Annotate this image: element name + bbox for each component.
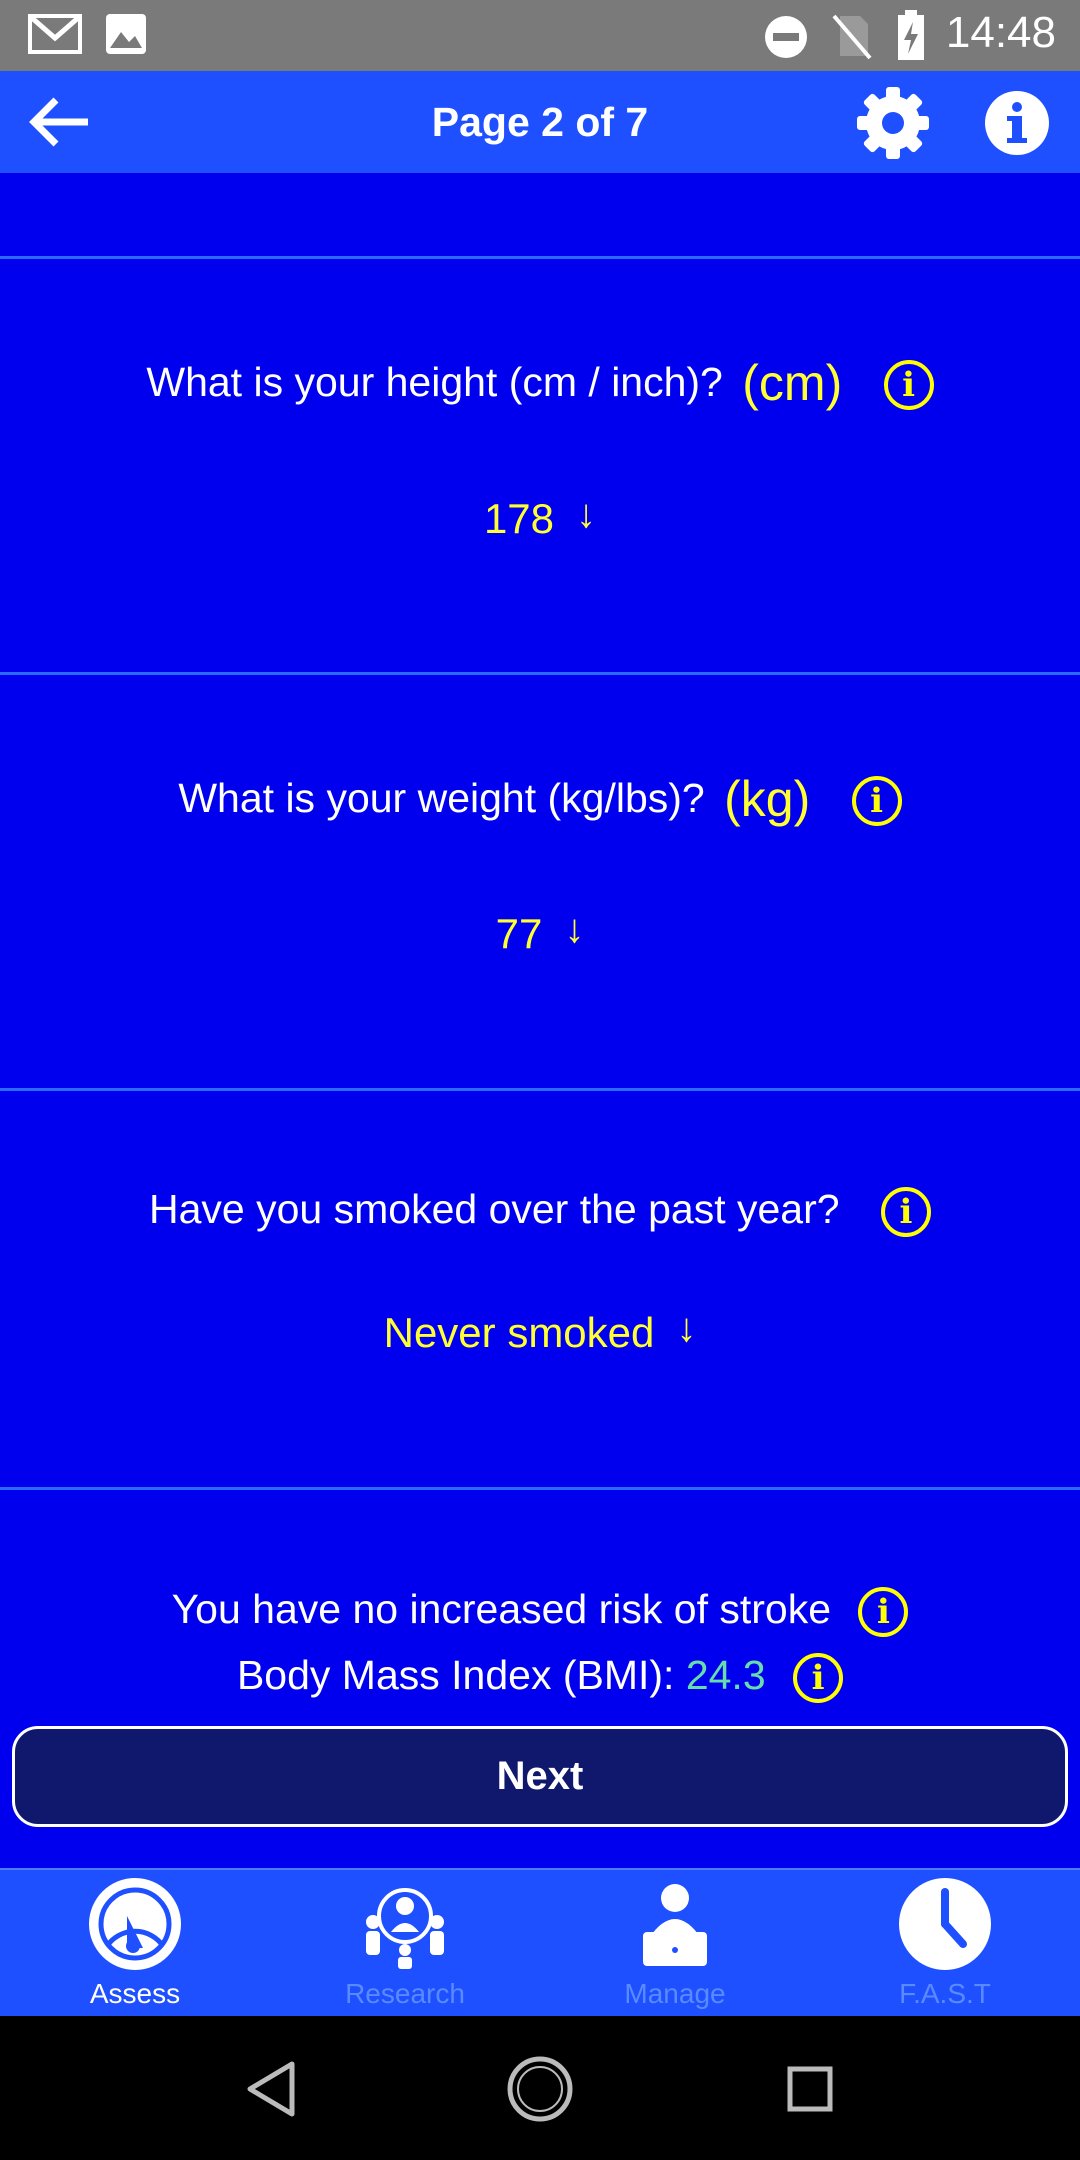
smoking-question: Have you smoked over the past year? i bbox=[0, 1186, 1080, 1238]
no-sim-icon bbox=[832, 14, 872, 60]
info-icon[interactable] bbox=[983, 89, 1051, 157]
status-bar: 14:48 bbox=[0, 0, 1080, 71]
status-time: 14:48 bbox=[945, 8, 1056, 57]
risk-result-text: You have no increased risk of stroke bbox=[171, 1586, 832, 1632]
people-group-icon bbox=[366, 1888, 444, 1969]
nav-item-research[interactable]: Research bbox=[270, 1870, 540, 2018]
height-unit: (cm) bbox=[742, 355, 843, 411]
home-circle-icon[interactable] bbox=[505, 2054, 575, 2124]
settings-gear-icon[interactable] bbox=[855, 85, 931, 161]
weight-value: 77 bbox=[495, 910, 543, 957]
image-icon bbox=[106, 14, 146, 54]
dropdown-arrow-icon: ↓ bbox=[576, 492, 597, 536]
section-divider bbox=[0, 1487, 1080, 1490]
dropdown-arrow-icon: ↓ bbox=[564, 907, 585, 951]
section-divider bbox=[0, 672, 1080, 675]
battery-charging-icon bbox=[898, 10, 924, 60]
person-laptop-icon bbox=[643, 1884, 707, 1966]
bmi-result: Body Mass Index (BMI): 24.3 i bbox=[0, 1652, 1080, 1704]
weight-unit: (kg) bbox=[724, 771, 811, 827]
weight-info-icon[interactable]: i bbox=[851, 776, 902, 827]
bmi-info-icon[interactable]: i bbox=[793, 1653, 844, 1704]
section-divider bbox=[0, 1088, 1080, 1091]
nav-label-research: Research bbox=[345, 1978, 465, 2009]
height-dropdown[interactable]: 178 ↓ bbox=[0, 492, 1080, 543]
do-not-disturb-icon bbox=[765, 16, 807, 58]
app-bar: Page 2 of 7 bbox=[0, 71, 1080, 173]
clock-icon bbox=[899, 1878, 991, 1970]
weight-question: What is your weight (kg/lbs)? (kg) i bbox=[0, 770, 1080, 828]
nav-item-fast[interactable]: F.A.S.T bbox=[810, 1870, 1080, 2018]
smoking-info-icon[interactable]: i bbox=[880, 1187, 931, 1238]
bmi-value: 24.3 bbox=[685, 1652, 766, 1698]
bottom-nav: Assess Research Manage F.A.S.T bbox=[0, 1868, 1080, 2016]
section-divider bbox=[0, 256, 1080, 259]
back-triangle-icon[interactable] bbox=[236, 2054, 306, 2124]
smoking-value: Never smoked bbox=[383, 1309, 655, 1356]
bmi-label: Body Mass Index (BMI): bbox=[236, 1652, 675, 1698]
risk-info-icon[interactable]: i bbox=[858, 1587, 909, 1638]
weight-dropdown[interactable]: 77 ↓ bbox=[0, 907, 1080, 958]
risk-result: You have no increased risk of stroke i bbox=[0, 1586, 1080, 1638]
recents-square-icon[interactable] bbox=[775, 2054, 845, 2124]
nav-item-assess[interactable]: Assess bbox=[0, 1870, 270, 2018]
next-button[interactable]: Next bbox=[12, 1726, 1068, 1827]
system-nav-bar bbox=[0, 2016, 1080, 2160]
gmail-icon bbox=[28, 14, 82, 54]
height-info-icon[interactable]: i bbox=[883, 360, 934, 411]
smoking-dropdown[interactable]: Never smoked ↓ bbox=[0, 1306, 1080, 1357]
height-value: 178 bbox=[483, 495, 555, 542]
nav-label-assess: Assess bbox=[89, 1978, 181, 2009]
smoking-question-label: Have you smoked over the past year? bbox=[149, 1186, 840, 1232]
gauge-icon bbox=[89, 1878, 181, 1970]
weight-question-label: What is your weight (kg/lbs)? bbox=[178, 775, 705, 821]
nav-label-fast: F.A.S.T bbox=[899, 1978, 991, 2009]
height-question-label: What is your height (cm / inch)? bbox=[146, 359, 723, 405]
nav-label-manage: Manage bbox=[624, 1978, 726, 2009]
height-question: What is your height (cm / inch)? (cm) i bbox=[0, 354, 1080, 412]
dropdown-arrow-icon: ↓ bbox=[676, 1306, 697, 1350]
nav-item-manage[interactable]: Manage bbox=[540, 1870, 810, 2018]
